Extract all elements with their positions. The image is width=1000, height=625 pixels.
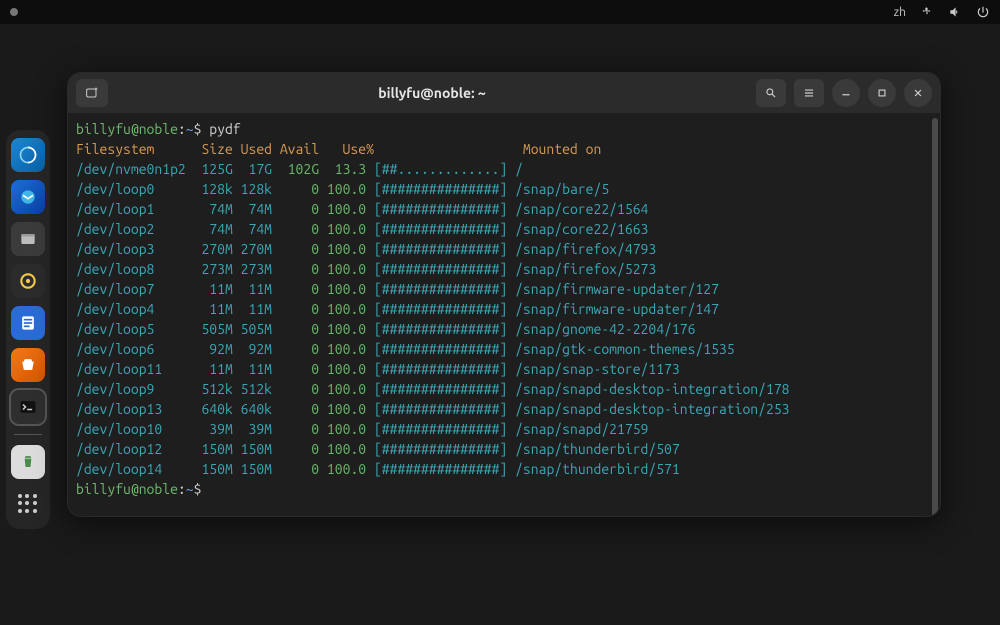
table-row: /dev/loop3 270M 270M 0 100.0 [##########… xyxy=(76,239,930,259)
terminal-body[interactable]: billyfu@noble:~$ pydfFilesystem Size Use… xyxy=(68,113,940,516)
input-method-indicator[interactable]: zh xyxy=(894,6,906,19)
table-row: /dev/loop1 74M 74M 0 100.0 [############… xyxy=(76,199,930,219)
power-icon[interactable] xyxy=(976,5,990,19)
table-row: /dev/loop9 512k 512k 0 100.0 [##########… xyxy=(76,379,930,399)
table-row: /dev/loop11 11M 11M 0 100.0 [###########… xyxy=(76,359,930,379)
network-icon[interactable] xyxy=(920,5,934,19)
table-row: /dev/nvme0n1p2 125G 17G 102G 13.3 [##...… xyxy=(76,159,930,179)
table-row: /dev/loop14 150M 150M 0 100.0 [#########… xyxy=(76,459,930,479)
dock-show-apps-icon[interactable] xyxy=(11,487,45,521)
table-row: /dev/loop8 273M 273M 0 100.0 [##########… xyxy=(76,259,930,279)
dock-thunderbird-icon[interactable] xyxy=(11,180,45,214)
window-title: billyfu@noble: ~ xyxy=(116,85,748,101)
activities-dot[interactable] xyxy=(10,8,18,16)
titlebar: billyfu@noble: ~ xyxy=(68,73,940,113)
scrollbar-thumb[interactable] xyxy=(932,118,938,517)
table-row: /dev/loop12 150M 150M 0 100.0 [#########… xyxy=(76,439,930,459)
maximize-button[interactable] xyxy=(868,79,896,107)
terminal-window: billyfu@noble: ~ billyfu@noble:~$ pydfFi… xyxy=(67,72,941,517)
prompt-line-empty: billyfu@noble:~$ xyxy=(76,479,930,499)
dock xyxy=(6,130,50,529)
volume-icon[interactable] xyxy=(948,5,962,19)
table-row: /dev/loop13 640k 640k 0 100.0 [#########… xyxy=(76,399,930,419)
table-row: /dev/loop6 92M 92M 0 100.0 [############… xyxy=(76,339,930,359)
dock-rhythmbox-icon[interactable] xyxy=(11,264,45,298)
minimize-button[interactable] xyxy=(832,79,860,107)
table-row: /dev/loop7 11M 11M 0 100.0 [############… xyxy=(76,279,930,299)
dock-trash-icon[interactable] xyxy=(11,445,45,479)
top-bar: zh xyxy=(0,0,1000,24)
table-row: /dev/loop4 11M 11M 0 100.0 [############… xyxy=(76,299,930,319)
new-tab-button[interactable] xyxy=(76,79,108,107)
table-row: /dev/loop5 505M 505M 0 100.0 [##########… xyxy=(76,319,930,339)
table-row: /dev/loop2 74M 74M 0 100.0 [############… xyxy=(76,219,930,239)
close-button[interactable] xyxy=(904,79,932,107)
prompt-line: billyfu@noble:~$ pydf xyxy=(76,119,930,139)
dock-software-icon[interactable] xyxy=(11,348,45,382)
search-button[interactable] xyxy=(756,79,786,107)
dock-libreoffice-icon[interactable] xyxy=(11,306,45,340)
header-row: Filesystem Size Used Avail Use% Mounted … xyxy=(76,139,930,159)
table-row: /dev/loop0 128k 128k 0 100.0 [##########… xyxy=(76,179,930,199)
dock-files-icon[interactable] xyxy=(11,222,45,256)
table-row: /dev/loop10 39M 39M 0 100.0 [###########… xyxy=(76,419,930,439)
menu-button[interactable] xyxy=(794,79,824,107)
dock-separator xyxy=(14,434,42,435)
dock-edge-icon[interactable] xyxy=(11,138,45,172)
dock-terminal-icon[interactable] xyxy=(11,390,45,424)
